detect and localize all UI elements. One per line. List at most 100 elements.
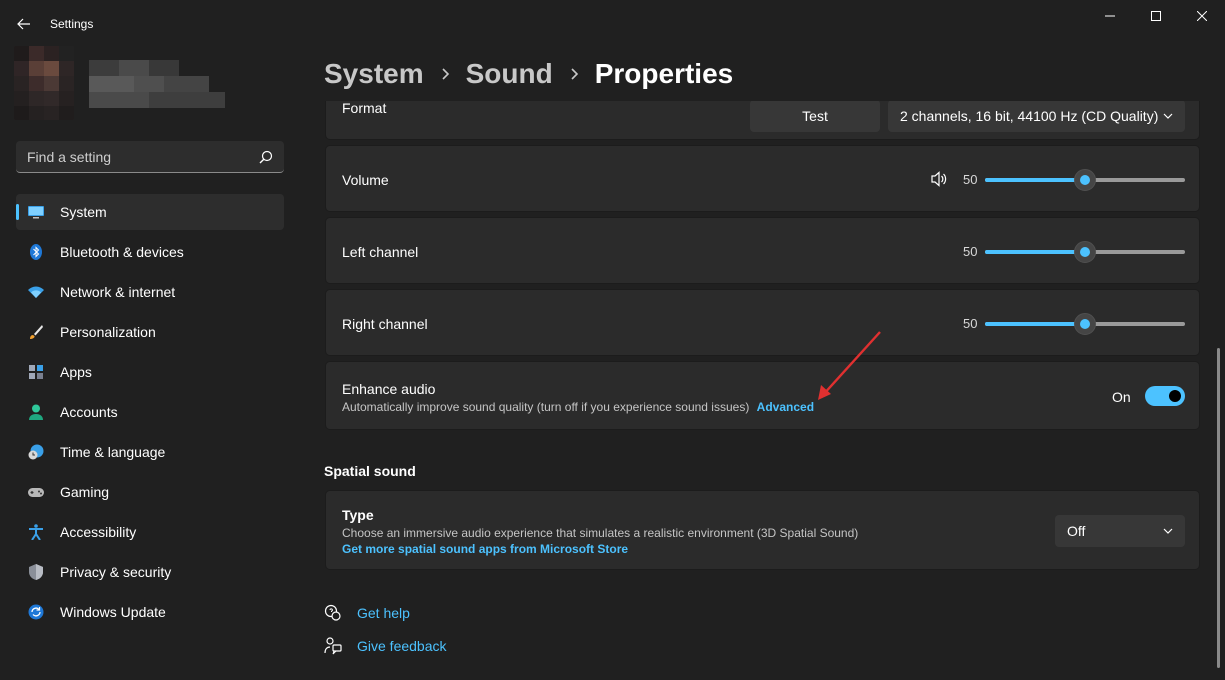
spatial-type-selected: Off: [1067, 523, 1086, 539]
annotation-arrow: [818, 331, 881, 400]
search-box[interactable]: [16, 141, 284, 173]
left-channel-label: Left channel: [342, 244, 419, 260]
sidebar-nav: System Bluetooth & devices Network & int…: [16, 194, 284, 634]
test-button[interactable]: Test: [750, 100, 880, 132]
sidebar-item-label: Gaming: [60, 484, 110, 500]
sidebar-item-apps[interactable]: Apps: [16, 354, 284, 390]
avatar: [14, 46, 74, 120]
sidebar-item-personalization[interactable]: Personalization: [16, 314, 284, 350]
sidebar-item-label: Privacy & security: [60, 564, 172, 580]
spatial-description: Choose an immersive audio experience tha…: [342, 526, 859, 540]
chevron-right-icon: [571, 68, 578, 80]
monitor-icon: [28, 206, 44, 219]
person-icon: [29, 404, 43, 420]
close-button[interactable]: [1179, 0, 1225, 32]
get-help-link[interactable]: Get help: [324, 604, 410, 622]
help-chat-icon: [324, 604, 341, 621]
sidebar-item-network[interactable]: Network & internet: [16, 274, 284, 310]
sidebar-item-label: Personalization: [60, 324, 156, 340]
spatial-type-label: Type: [342, 507, 374, 523]
title-bar: Settings: [0, 0, 1225, 40]
right-channel-value: 50: [963, 316, 978, 331]
chevron-right-icon: [442, 68, 449, 80]
sidebar-item-label: Accessibility: [60, 524, 137, 540]
sidebar-item-label: System: [60, 204, 107, 220]
back-button[interactable]: [10, 10, 38, 38]
apps-icon: [29, 365, 43, 379]
enhance-audio-title: Enhance audio: [342, 381, 436, 397]
scrollbar[interactable]: [1217, 348, 1220, 668]
volume-slider-fill: [985, 178, 1085, 182]
sidebar-item-label: Apps: [60, 364, 92, 380]
wifi-icon: [28, 286, 44, 298]
left-channel-slider[interactable]: [985, 241, 1185, 263]
gamepad-icon: [28, 488, 44, 497]
sidebar-item-accessibility[interactable]: Accessibility: [16, 514, 284, 550]
user-name-obscured: [89, 60, 225, 108]
maximize-icon: [1151, 11, 1161, 21]
right-channel-slider-fill: [985, 322, 1085, 326]
volume-label: Volume: [342, 172, 389, 188]
close-icon: [1197, 11, 1207, 21]
left-channel-slider-thumb[interactable]: [1074, 241, 1096, 263]
right-channel-card: Right channel 50: [325, 289, 1200, 356]
breadcrumb-properties: Properties: [594, 58, 734, 89]
right-channel-label: Right channel: [342, 316, 428, 332]
sidebar-item-bluetooth[interactable]: Bluetooth & devices: [16, 234, 284, 270]
search-input[interactable]: [16, 141, 256, 172]
minimize-button[interactable]: [1087, 0, 1133, 32]
minimize-icon: [1105, 15, 1115, 17]
volume-slider-thumb[interactable]: [1074, 169, 1096, 191]
bluetooth-icon: [30, 244, 42, 260]
maximize-button[interactable]: [1133, 0, 1179, 32]
brush-icon: [30, 325, 43, 339]
left-channel-slider-fill: [985, 250, 1085, 254]
spatial-sound-card: Type Choose an immersive audio experienc…: [325, 490, 1200, 570]
sidebar-item-label: Windows Update: [60, 604, 166, 620]
give-feedback-link[interactable]: Give feedback: [324, 637, 447, 655]
breadcrumb-system[interactable]: System: [324, 58, 424, 90]
speaker-icon[interactable]: [930, 171, 948, 187]
format-selected: 2 channels, 16 bit, 44100 Hz (CD Quality…: [900, 108, 1159, 124]
volume-card: Volume 50: [325, 145, 1200, 212]
update-icon: [28, 604, 44, 620]
app-title: Settings: [50, 17, 94, 31]
search-icon[interactable]: [258, 149, 274, 165]
spatial-type-dropdown[interactable]: Off: [1055, 515, 1185, 547]
feedback-icon: [324, 637, 342, 655]
arrow-left-icon: [17, 18, 30, 30]
format-label: Format: [342, 100, 387, 116]
left-channel-value: 50: [963, 244, 978, 259]
volume-value: 50: [963, 172, 978, 187]
sidebar-item-windows-update[interactable]: Windows Update: [16, 594, 284, 630]
sidebar-item-gaming[interactable]: Gaming: [16, 474, 284, 510]
enhance-audio-card: Enhance audio Automatically improve soun…: [325, 361, 1200, 430]
spatial-store-link[interactable]: Get more spatial sound apps from Microso…: [342, 542, 628, 556]
chevron-down-icon: [1163, 113, 1173, 119]
volume-slider[interactable]: [985, 169, 1185, 191]
breadcrumb-sound[interactable]: Sound: [466, 58, 553, 90]
sidebar-item-label: Accounts: [60, 404, 118, 420]
enhance-audio-description-text: Automatically improve sound quality (tur…: [342, 400, 750, 414]
sidebar-item-privacy-security[interactable]: Privacy & security: [16, 554, 284, 590]
sidebar-item-label: Bluetooth & devices: [60, 244, 184, 260]
shield-icon: [29, 564, 43, 580]
give-feedback-label: Give feedback: [357, 638, 447, 654]
sidebar-item-label: Time & language: [60, 444, 166, 460]
chevron-down-icon: [1163, 528, 1173, 534]
right-channel-slider-thumb[interactable]: [1074, 313, 1096, 335]
left-channel-card: Left channel 50: [325, 217, 1200, 284]
enhance-audio-description: Automatically improve sound quality (tur…: [342, 400, 814, 414]
sidebar-item-time-language[interactable]: Time & language: [16, 434, 284, 470]
enhance-audio-state: On: [1112, 389, 1131, 405]
format-dropdown[interactable]: 2 channels, 16 bit, 44100 Hz (CD Quality…: [888, 100, 1185, 132]
advanced-link[interactable]: Advanced: [757, 400, 814, 414]
sidebar-item-system[interactable]: System: [16, 194, 284, 230]
enhance-audio-toggle[interactable]: [1145, 386, 1185, 406]
breadcrumb: System Sound Properties: [324, 58, 733, 90]
right-channel-slider[interactable]: [985, 313, 1185, 335]
sidebar-item-accounts[interactable]: Accounts: [16, 394, 284, 430]
get-help-label: Get help: [357, 605, 410, 621]
globe-clock-icon: [28, 444, 44, 460]
spatial-sound-heading: Spatial sound: [324, 463, 416, 479]
